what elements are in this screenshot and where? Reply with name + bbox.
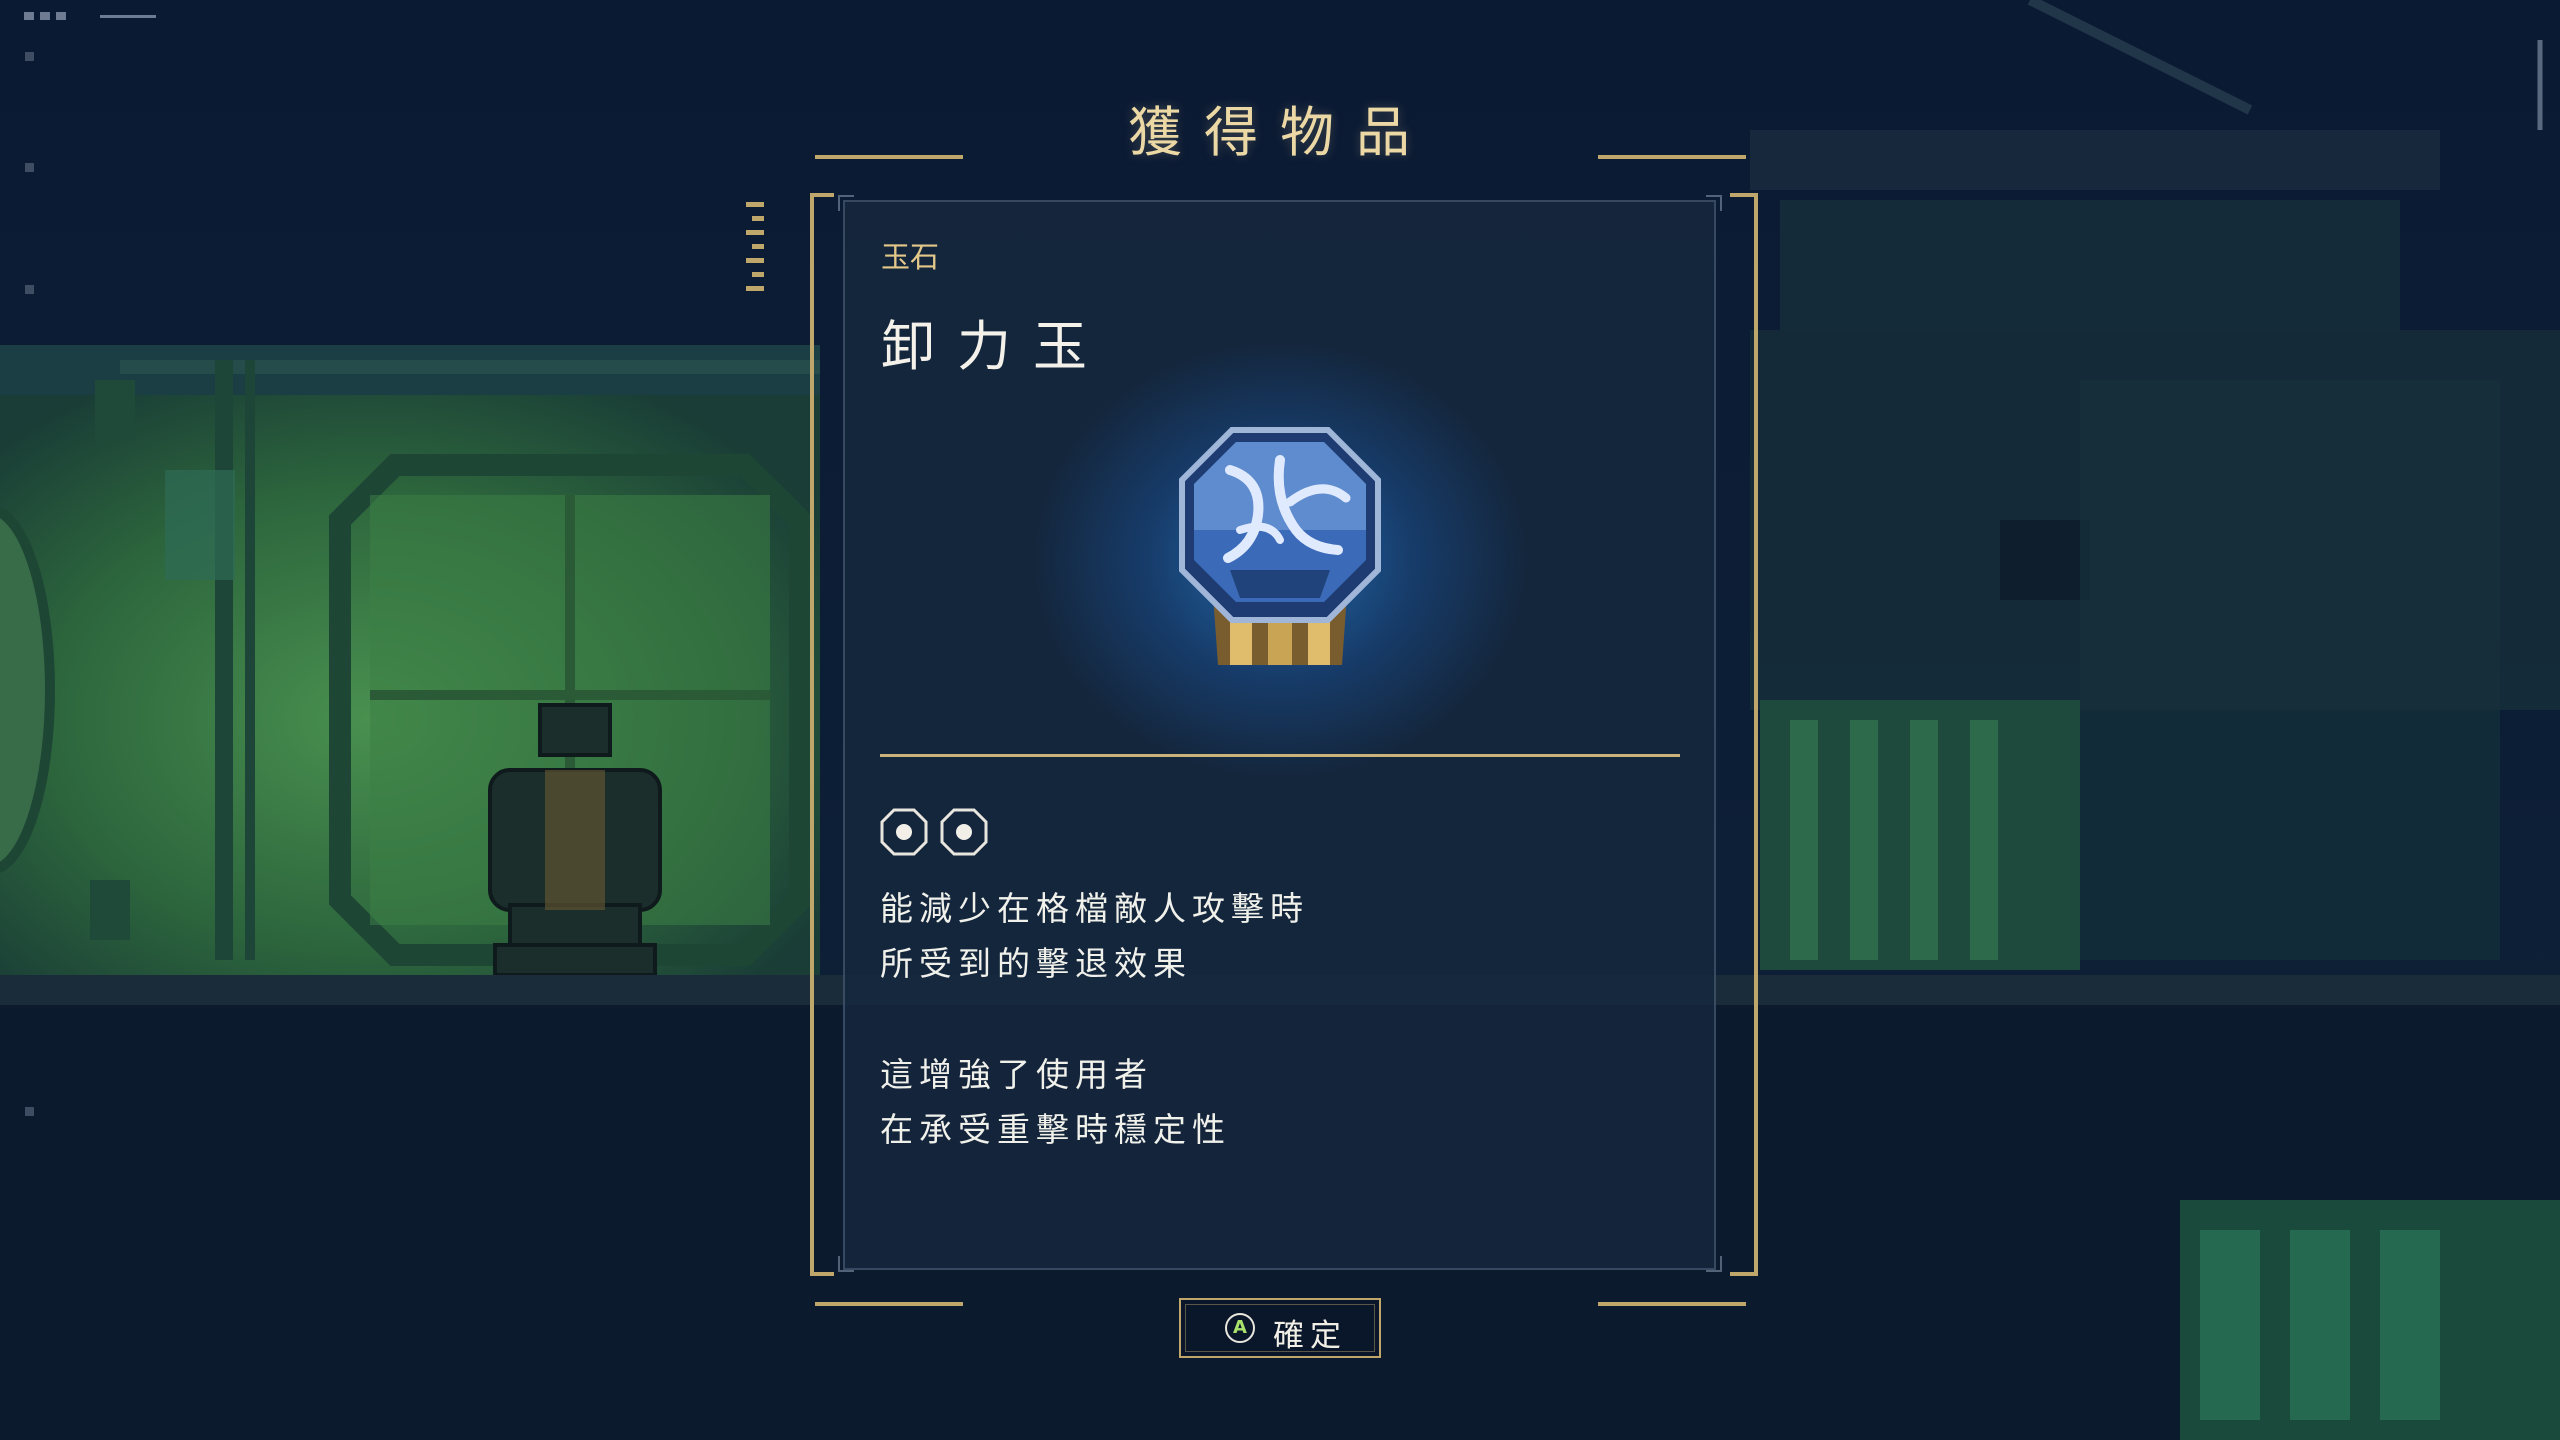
item-description-line: 這增強了使用者 [880, 1055, 1153, 1094]
dialog-title: 獲得物品 [1128, 101, 1432, 164]
card-notch [838, 195, 854, 211]
frame-corner [1730, 193, 1754, 197]
title-rule-left [815, 155, 963, 159]
bottom-rule-left [815, 1302, 963, 1306]
hud-line [100, 15, 156, 18]
item-category: 玉石 [881, 240, 940, 274]
item-description-line: 所受到的擊退效果 [880, 944, 1192, 983]
title-rule-right [1598, 155, 1746, 159]
edge-marker [25, 52, 34, 61]
edge-marker [25, 285, 34, 294]
frame-corner [810, 193, 834, 197]
card-divider [880, 754, 1680, 757]
jade-slot-icon [880, 808, 928, 856]
jade-stone-icon [1179, 427, 1381, 665]
item-description-line: 能減少在格檔敵人攻擊時 [880, 889, 1309, 928]
gamepad-a-button-icon: A [1225, 1313, 1255, 1343]
frame-corner [810, 1272, 834, 1276]
edge-marker [25, 1107, 34, 1116]
frame-corner [1730, 1272, 1754, 1276]
jade-slot-icon [940, 808, 988, 856]
bottom-rule-right [1598, 1302, 1746, 1306]
confirm-button[interactable]: A 確定 [1179, 1298, 1381, 1358]
card-notch [1706, 195, 1722, 211]
item-description-line: 在承受重擊時穩定性 [880, 1110, 1231, 1149]
card-notch [838, 1256, 854, 1272]
card-notch [1706, 1256, 1722, 1272]
confirm-label: 確定 [1273, 1318, 1347, 1354]
